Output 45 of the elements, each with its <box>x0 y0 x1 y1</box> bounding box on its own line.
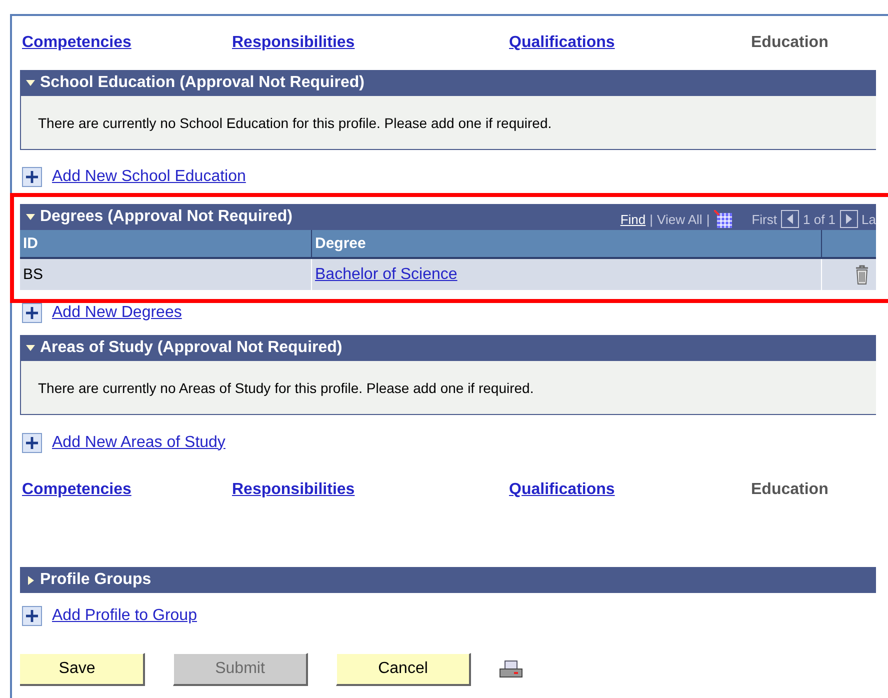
next-icon[interactable] <box>840 210 858 228</box>
form-button[interactable]: Save <box>20 653 145 686</box>
empty-message: There are currently no School Education for this profile. Please add one if required. <box>20 96 876 150</box>
separator: | <box>650 212 654 226</box>
column-header: Degree <box>312 230 822 259</box>
column-header <box>822 230 876 259</box>
add-icon[interactable] <box>22 167 42 187</box>
grid-icon[interactable] <box>714 210 732 228</box>
expand-triangle-icon[interactable] <box>26 576 35 584</box>
section-title[interactable]: Degrees (Approval Not Required) <box>40 208 292 226</box>
first-label: First <box>752 212 777 226</box>
page-tab[interactable]: Competencies <box>22 34 132 52</box>
empty-message: There are currently no Areas of Study for this profile. Please add one if required. <box>20 361 876 415</box>
page-tab[interactable]: Responsibilities <box>232 481 355 499</box>
add-icon[interactable] <box>22 302 42 322</box>
view-all-link[interactable]: View All <box>657 212 702 226</box>
page-tab[interactable]: Education <box>751 481 828 499</box>
section-title[interactable]: Profile Groups <box>40 571 152 589</box>
collapse-triangle-icon[interactable] <box>26 344 35 352</box>
add-link[interactable]: Add New Degrees <box>52 304 182 322</box>
column-header: ID <box>20 230 312 259</box>
add-link[interactable]: Add Profile to Group <box>52 607 197 625</box>
page-tab[interactable]: Competencies <box>22 481 132 499</box>
separator: | <box>706 212 710 226</box>
previous-icon[interactable] <box>781 210 799 228</box>
degree-link[interactable]: Bachelor of Science <box>315 266 458 284</box>
add-link[interactable]: Add New School Education <box>52 168 246 186</box>
collapse-triangle-icon[interactable] <box>26 212 35 222</box>
page-tab[interactable]: Responsibilities <box>232 34 355 52</box>
page-tab[interactable]: Qualifications <box>509 481 615 499</box>
add-link[interactable]: Add New Areas of Study <box>52 434 226 452</box>
table-cell: BS <box>20 259 312 290</box>
add-icon[interactable] <box>22 606 42 626</box>
form-button[interactable]: Cancel <box>336 653 471 686</box>
trash-icon[interactable] <box>855 264 869 284</box>
page-tab[interactable]: Qualifications <box>509 34 615 52</box>
last-label: La <box>862 212 876 226</box>
page-count: 1 of 1 <box>803 212 836 226</box>
find-link[interactable]: Find <box>620 212 646 226</box>
section-title[interactable]: School Education (Approval Not Required) <box>40 74 364 92</box>
add-icon[interactable] <box>22 432 42 452</box>
collapse-triangle-icon[interactable] <box>26 78 35 88</box>
section-title[interactable]: Areas of Study (Approval Not Required) <box>40 339 342 357</box>
page-tab[interactable]: Education <box>751 34 828 52</box>
printer-icon[interactable] <box>499 660 523 680</box>
